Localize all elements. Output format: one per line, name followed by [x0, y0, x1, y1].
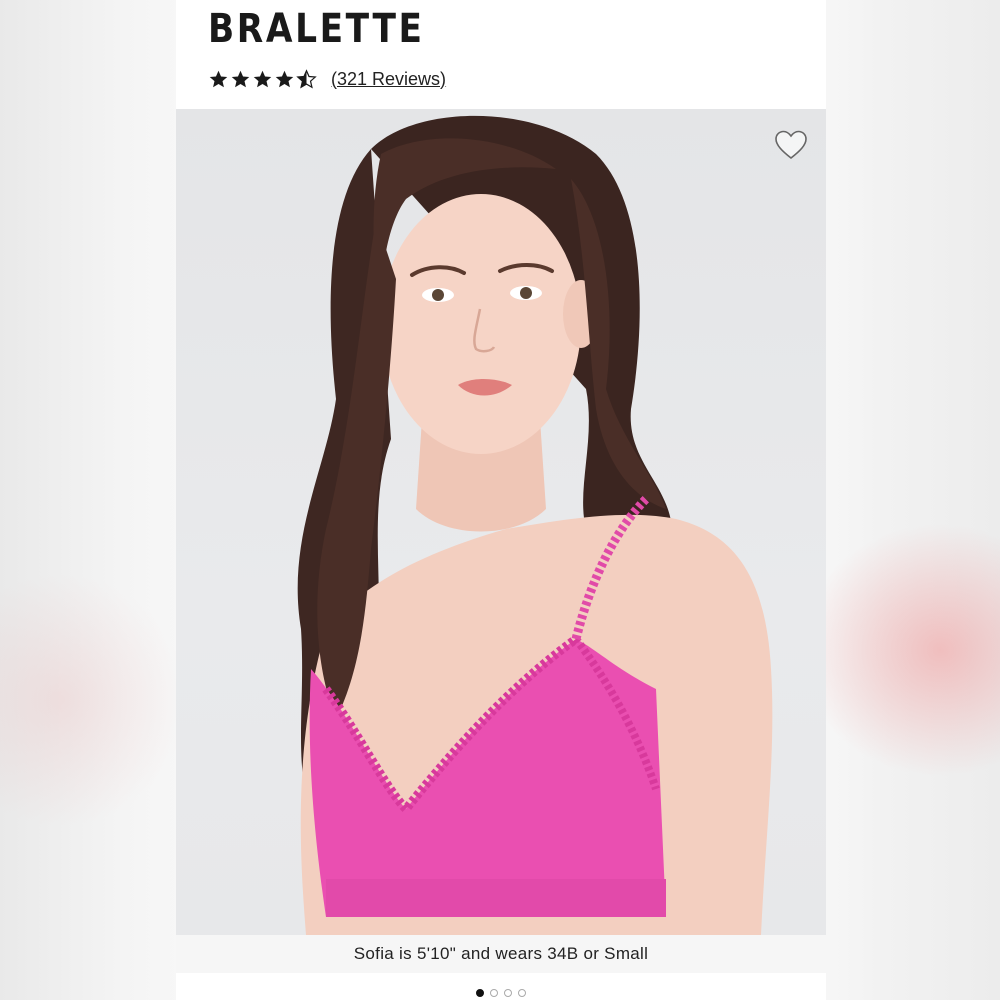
star-full-icon [253, 70, 272, 87]
pagination-dot-2[interactable] [490, 989, 498, 997]
model-photo-illustration [297, 115, 773, 935]
star-full-icon [275, 70, 294, 87]
product-image[interactable] [176, 109, 826, 935]
pagination-dot-3[interactable] [504, 989, 512, 997]
model-info-text: Sofia is 5'10" and wears 34B or Small [353, 944, 649, 963]
model-info-caption: Sofia is 5'10" and wears 34B or Small [176, 935, 826, 973]
reviews-link[interactable]: (321 Reviews) [331, 69, 446, 90]
pagination-dot-1[interactable] [476, 989, 484, 997]
product-title: BRALETTE [208, 6, 425, 52]
star-half-icon [296, 68, 317, 89]
rating-row: (321 Reviews) [208, 66, 446, 92]
star-full-icon [231, 70, 250, 87]
star-rating [208, 68, 317, 90]
star-full-icon [209, 70, 228, 87]
favorite-heart-icon[interactable] [774, 129, 808, 161]
product-page: BRALETTE (321 Reviews) Sofia is 5'10" an… [176, 0, 826, 1000]
pagination-dot-4[interactable] [518, 989, 526, 997]
carousel-pagination [176, 989, 826, 1000]
